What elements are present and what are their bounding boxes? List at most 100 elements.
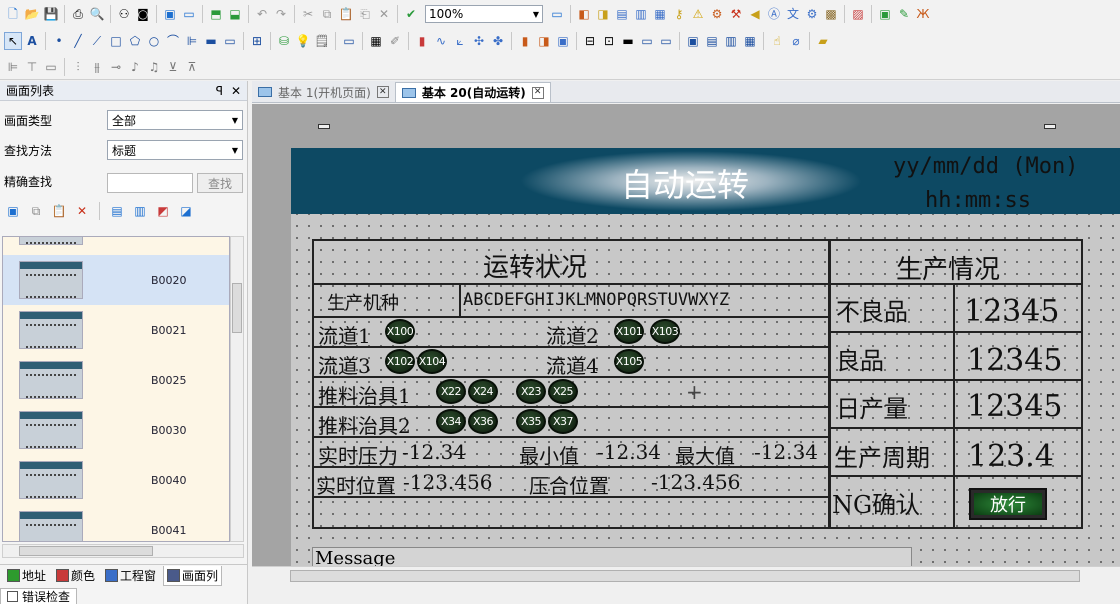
- color-icon[interactable]: ▨: [849, 5, 867, 23]
- key-icon[interactable]: ⚷: [670, 5, 688, 23]
- align-top-icon[interactable]: ⊤: [23, 58, 41, 76]
- settings-icon[interactable]: ⚙: [803, 5, 821, 23]
- tab-screen-1[interactable]: 基本 1(开机页面) ✕: [252, 82, 395, 102]
- lamp-x35[interactable]: X35: [516, 409, 546, 434]
- paste-icon[interactable]: 📋: [337, 5, 355, 23]
- list-icon[interactable]: ▤: [703, 32, 721, 50]
- lamp-x36[interactable]: X36: [468, 409, 498, 434]
- align-left-icon[interactable]: ⊫: [4, 58, 22, 76]
- canvas-horizontal-scrollbar[interactable]: [252, 566, 1120, 584]
- release-button[interactable]: 放行: [969, 488, 1047, 520]
- close-icon[interactable]: ✕: [376, 86, 389, 98]
- gear-icon[interactable]: ⚙: [708, 5, 726, 23]
- list-item[interactable]: B0020: [3, 255, 229, 305]
- translate-icon[interactable]: 文: [784, 5, 802, 23]
- rotate-icon[interactable]: ⊸: [107, 58, 125, 76]
- resize-handle[interactable]: [318, 124, 330, 129]
- ungroup-icon[interactable]: ⊼: [183, 58, 201, 76]
- eraser-icon[interactable]: ▰: [814, 32, 832, 50]
- export-icon[interactable]: ⬓: [226, 5, 244, 23]
- xy-chart-icon[interactable]: ⟀: [451, 32, 469, 50]
- lamp-x105[interactable]: X105: [614, 349, 644, 374]
- lamp-x23[interactable]: X23: [516, 379, 546, 404]
- edit-icon[interactable]: ✎: [895, 5, 913, 23]
- text-tool-icon[interactable]: A: [23, 32, 41, 50]
- screen-type-select[interactable]: 全部 ▼: [107, 110, 243, 130]
- tag-icon[interactable]: ◨: [594, 5, 612, 23]
- scrollbar-thumb[interactable]: [232, 283, 242, 333]
- tab-project[interactable]: 工程窗: [102, 566, 159, 586]
- camera-icon[interactable]: ◙: [134, 5, 152, 23]
- copy-icon[interactable]: ⧉: [318, 5, 336, 23]
- check-icon[interactable]: ✔: [402, 5, 420, 23]
- tab-address[interactable]: 地址: [4, 566, 49, 586]
- import-icon[interactable]: ⬒: [207, 5, 225, 23]
- exact-search-input[interactable]: [107, 173, 193, 193]
- grid-icon[interactable]: ▦: [367, 32, 385, 50]
- polyline-icon[interactable]: ⟋: [88, 32, 106, 50]
- lamp-x102[interactable]: X102: [385, 349, 415, 374]
- pin-icon[interactable]: ▦: [741, 32, 759, 50]
- delete-icon[interactable]: ✕: [375, 5, 393, 23]
- list-item[interactable]: B0025: [3, 355, 229, 405]
- pin-icon[interactable]: ꟼ: [216, 84, 223, 98]
- frame-icon[interactable]: ▭: [340, 32, 358, 50]
- design-canvas[interactable]: 自动运转 yy/mm/dd (Mon) hh:mm:ss 运转状况 生产机种 A…: [252, 104, 1120, 566]
- open-icon[interactable]: 📂: [23, 5, 41, 23]
- line-icon[interactable]: ╱: [69, 32, 87, 50]
- table-icon[interactable]: ⊞: [248, 32, 266, 50]
- resize-handle[interactable]: [1044, 124, 1056, 129]
- ruler-icon[interactable]: ▥: [722, 32, 740, 50]
- lamp-x101[interactable]: X101: [614, 319, 644, 344]
- image-icon[interactable]: ◧: [575, 5, 593, 23]
- distribute-h-icon[interactable]: ⫶: [69, 58, 87, 76]
- line-chart-icon[interactable]: ∿: [432, 32, 450, 50]
- zoom-select[interactable]: 100% ▼: [425, 5, 543, 23]
- polygon-icon[interactable]: ⬠: [126, 32, 144, 50]
- binoculars-icon[interactable]: ⚇: [115, 5, 133, 23]
- clipboard-icon[interactable]: ⎗: [356, 5, 374, 23]
- lang-icon[interactable]: Ж: [914, 5, 932, 23]
- bar-chart-icon[interactable]: ▮: [413, 32, 431, 50]
- lamp-icon[interactable]: ▬: [202, 32, 220, 50]
- scrollbar-thumb[interactable]: [19, 546, 153, 556]
- bulb-icon[interactable]: 💡: [294, 32, 312, 50]
- lamp-x37[interactable]: X37: [548, 409, 578, 434]
- fit-screen-icon[interactable]: ▭: [548, 5, 566, 23]
- paste-screen-icon[interactable]: 📋: [50, 202, 68, 220]
- note-icon[interactable]: 🗒: [313, 32, 331, 50]
- list-item[interactable]: B0030: [3, 405, 229, 455]
- list-item[interactable]: [3, 237, 229, 251]
- dot-icon[interactable]: •: [50, 32, 68, 50]
- speaker-icon[interactable]: ◀: [746, 5, 764, 23]
- ink-icon[interactable]: ⌀: [787, 32, 805, 50]
- flip-v-icon[interactable]: ♫: [145, 58, 163, 76]
- arc-icon[interactable]: ⌒: [164, 32, 182, 50]
- hmi-screen[interactable]: 自动运转 yy/mm/dd (Mon) hh:mm:ss 运转状况 生产机种 A…: [291, 148, 1120, 566]
- device-icon[interactable]: ▤: [613, 5, 631, 23]
- group-icon[interactable]: ⊻: [164, 58, 182, 76]
- print-icon[interactable]: ⎙: [69, 5, 87, 23]
- list-item[interactable]: B0040: [3, 455, 229, 505]
- save-icon[interactable]: 💾: [42, 5, 60, 23]
- layout-icon[interactable]: ⊡: [600, 32, 618, 50]
- search-method-select[interactable]: 标题 ▼: [107, 140, 243, 160]
- close-icon[interactable]: ✕: [231, 84, 241, 98]
- pointer-icon[interactable]: ↖: [4, 32, 22, 50]
- tab-screen-list[interactable]: 画面列: [163, 565, 223, 586]
- lamp-x24[interactable]: X24: [468, 379, 498, 404]
- export-screen-icon[interactable]: ◩: [154, 202, 172, 220]
- ellipse-icon[interactable]: ○: [145, 32, 163, 50]
- tab-color[interactable]: 颜色: [53, 566, 98, 586]
- import-screen-icon[interactable]: ◪: [177, 202, 195, 220]
- warning-icon[interactable]: ⚠: [689, 5, 707, 23]
- delete-screen-icon[interactable]: ✕: [73, 202, 91, 220]
- list-horizontal-scrollbar[interactable]: [2, 544, 244, 558]
- new-screen-icon[interactable]: ▣: [4, 202, 22, 220]
- picture-icon[interactable]: ▣: [554, 32, 572, 50]
- distribute-v-icon[interactable]: ⫵: [88, 58, 106, 76]
- new-screen-icon[interactable]: ▣: [161, 5, 179, 23]
- monitor-icon[interactable]: ▬: [619, 32, 637, 50]
- alarm-icon[interactable]: ▮: [516, 32, 534, 50]
- switch-icon[interactable]: ▭: [221, 32, 239, 50]
